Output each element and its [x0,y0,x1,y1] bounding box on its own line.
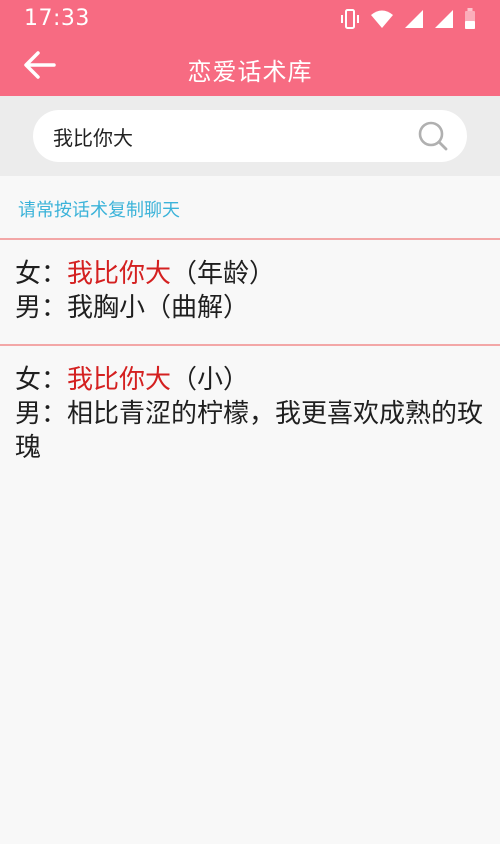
male-line: 男：相比青涩的柠檬，我更喜欢成熟的玫瑰 [15,397,485,465]
app-bar: 恋爱话术库 [0,38,500,96]
copy-tip: 请常按话术复制聊天 [18,200,180,221]
search-area [0,96,500,176]
divider [0,238,500,240]
highlight-keyword: 我比你大 [67,259,172,289]
status-icons [340,7,476,31]
female-suffix: （年龄） [171,259,276,289]
female-prefix: 女： [15,259,68,289]
vibrate-icon [340,8,360,30]
male-text: 相比青涩的柠檬，我更喜欢成熟的玫瑰 [15,399,484,463]
signal-icon [404,9,424,29]
battery-icon [464,8,476,30]
status-time: 17:33 [24,6,90,31]
divider [0,344,500,346]
female-suffix: （小） [171,365,250,395]
male-prefix: 男： [15,293,68,323]
female-line: 女：我比你大（年龄） [15,257,485,291]
status-bar: 17:33 [0,0,500,38]
highlight-keyword: 我比你大 [67,365,172,395]
search-icon[interactable] [417,120,449,152]
list-item[interactable]: 女：我比你大（年龄） 男：我胸小（曲解） [15,257,485,325]
search-input[interactable] [53,120,393,152]
male-text: 我胸小（曲解） [67,293,250,323]
search-box[interactable] [33,110,467,162]
female-line: 女：我比你大（小） [15,363,485,397]
female-prefix: 女： [15,365,68,395]
wifi-icon [370,9,394,29]
signal-icon [434,9,454,29]
page-title: 恋爱话术库 [187,58,313,86]
male-prefix: 男： [15,399,68,429]
list-item[interactable]: 女：我比你大（小） 男：相比青涩的柠檬，我更喜欢成熟的玫瑰 [15,363,485,465]
male-line: 男：我胸小（曲解） [15,291,485,325]
